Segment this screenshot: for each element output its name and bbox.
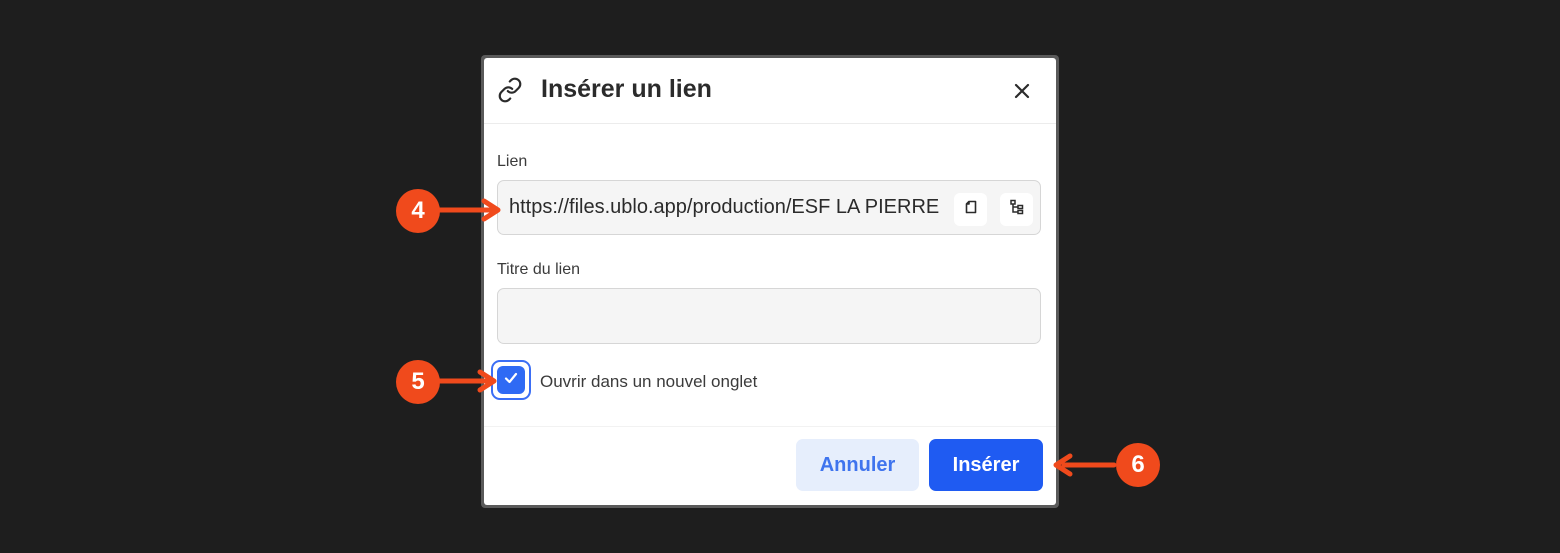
new-tab-label[interactable]: Ouvrir dans un nouvel onglet	[540, 372, 757, 392]
title-field-label: Titre du lien	[497, 261, 580, 278]
link-input[interactable]: https://files.ublo.app/production/ESF LA…	[497, 180, 1041, 235]
new-tab-checkbox[interactable]	[497, 366, 525, 394]
check-icon	[503, 370, 519, 391]
step-marker-6: 6	[1116, 443, 1160, 487]
link-title-input[interactable]	[497, 288, 1041, 344]
step-marker-5: 5	[396, 360, 440, 404]
step-marker-4: 4	[396, 189, 440, 233]
footer-divider	[484, 426, 1056, 427]
close-button[interactable]	[1008, 79, 1036, 107]
link-field-label: Lien	[497, 153, 528, 170]
link-icon	[497, 77, 523, 103]
cancel-button[interactable]: Annuler	[796, 439, 919, 491]
step-arrow-5	[438, 369, 497, 393]
close-icon	[1013, 82, 1031, 105]
link-input-value[interactable]: https://files.ublo.app/production/ESF LA…	[509, 196, 950, 219]
step-arrow-4	[438, 198, 501, 222]
insert-button[interactable]: Insérer	[929, 439, 1043, 491]
copy-icon	[963, 199, 979, 220]
copy-button[interactable]	[954, 193, 987, 226]
browse-tree-button[interactable]	[1000, 193, 1033, 226]
insert-link-dialog: Insérer un lien Lien https://files.ublo.…	[484, 58, 1056, 505]
dialog-header: Insérer un lien	[484, 58, 1056, 124]
dialog-title: Insérer un lien	[541, 75, 712, 103]
tree-icon	[1009, 199, 1025, 220]
step-arrow-6	[1053, 453, 1117, 477]
